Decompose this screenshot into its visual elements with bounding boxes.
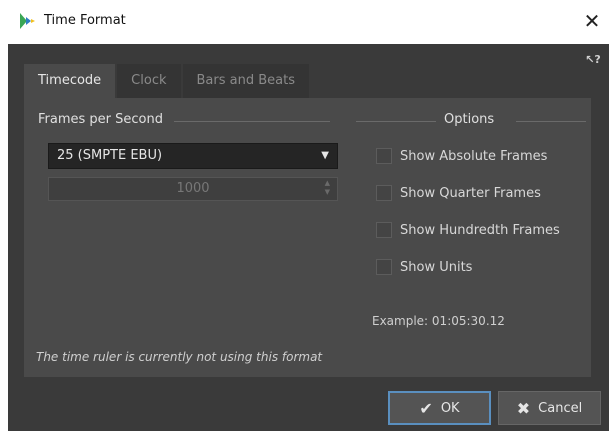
options-group-label: Options bbox=[444, 112, 495, 127]
custom-fps-value: 1000 bbox=[176, 181, 210, 196]
options-divider-left bbox=[356, 121, 436, 122]
option-show-hundredth-frames[interactable]: Show Hundredth Frames bbox=[376, 220, 560, 240]
tab-timecode[interactable]: Timecode bbox=[24, 64, 116, 98]
cancel-label: Cancel bbox=[538, 400, 583, 416]
checkbox[interactable] bbox=[376, 148, 392, 164]
x-icon: ✖ bbox=[516, 398, 531, 418]
tab-clock[interactable]: Clock bbox=[117, 64, 181, 98]
timecode-panel: Frames per Second 25 (SMPTE EBU) ▼ 1000 … bbox=[24, 98, 591, 377]
options-divider-right bbox=[516, 121, 586, 122]
fps-selected-value: 25 (SMPTE EBU) bbox=[57, 148, 163, 163]
title-bar: Time Format ✕ bbox=[0, 0, 615, 42]
cancel-button[interactable]: ✖ Cancel bbox=[498, 391, 601, 425]
checkbox[interactable] bbox=[376, 259, 392, 275]
chevron-down-icon: ▼ bbox=[321, 150, 329, 161]
option-label: Show Units bbox=[400, 259, 473, 275]
custom-fps-stepper[interactable]: 1000 ▲ ▼ bbox=[48, 177, 338, 201]
close-button[interactable]: ✕ bbox=[579, 8, 605, 34]
app-logo-icon bbox=[20, 13, 35, 29]
ok-button[interactable]: ✔ OK bbox=[388, 391, 491, 425]
option-label: Show Quarter Frames bbox=[400, 185, 541, 201]
ok-label: OK bbox=[440, 400, 460, 416]
checkmark-icon: ✔ bbox=[419, 398, 433, 418]
fps-divider bbox=[174, 121, 330, 122]
stepper-arrows-icon: ▲ ▼ bbox=[324, 179, 330, 196]
tab-bars-and-beats[interactable]: Bars and Beats bbox=[182, 64, 309, 98]
option-label: Show Hundredth Frames bbox=[400, 222, 560, 238]
format-example: Example: 01:05:30.12 bbox=[372, 314, 505, 328]
option-show-quarter-frames[interactable]: Show Quarter Frames bbox=[376, 183, 541, 203]
option-show-units[interactable]: Show Units bbox=[376, 257, 472, 277]
tab-bar: Timecode Clock Bars and Beats bbox=[24, 64, 311, 98]
format-footnote: The time ruler is currently not using th… bbox=[36, 350, 323, 364]
close-icon: ✕ bbox=[583, 9, 601, 33]
checkbox[interactable] bbox=[376, 185, 392, 201]
fps-dropdown[interactable]: 25 (SMPTE EBU) ▼ bbox=[48, 143, 338, 169]
window-title: Time Format bbox=[44, 13, 126, 28]
checkbox[interactable] bbox=[376, 222, 392, 238]
fps-group-label: Frames per Second bbox=[38, 112, 163, 127]
option-label: Show Absolute Frames bbox=[400, 148, 548, 164]
option-show-absolute-frames[interactable]: Show Absolute Frames bbox=[376, 146, 547, 166]
help-icon[interactable]: ↖? bbox=[585, 52, 601, 68]
dialog-body: ↖? Timecode Clock Bars and Beats Frames … bbox=[8, 44, 609, 431]
